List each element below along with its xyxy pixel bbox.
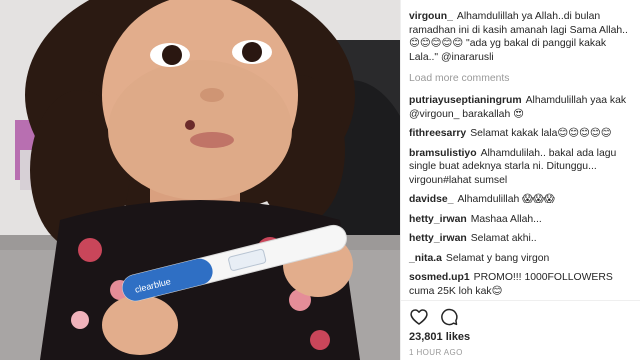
comment-item: hetty_irwan Selamat akhi.. (409, 232, 637, 246)
photo-scene: clearblue (0, 0, 400, 360)
comment-icon[interactable] (439, 307, 459, 327)
comment-username[interactable]: hetty_irwan (409, 214, 467, 225)
comment-item: putriayuseptianingrum Alhamdulillah yaa k… (409, 94, 637, 121)
comment-list: putriayuseptianingrum Alhamdulillah yaa k… (409, 94, 637, 304)
comment-username[interactable]: davidse_ (409, 194, 453, 205)
comments-panel: virgoun_ Alhamdulillah ya Allah..di bulan… (400, 0, 640, 360)
caption-author[interactable]: virgoun_ (409, 11, 453, 22)
comment-item: bramsulistiyo Alhamdulilah.. bakal ada la… (409, 147, 637, 188)
comment-item: hetty_irwan Mashaa Allah... (409, 213, 637, 227)
comment-username[interactable]: fithreesarry (409, 128, 466, 139)
comment-text: Selamat y bang virgon (445, 252, 550, 264)
comment-username[interactable]: sosmed.up1 (409, 272, 470, 283)
heart-icon[interactable] (409, 307, 429, 327)
post-action-bar (401, 300, 640, 330)
post-timestamp[interactable]: 1 HOUR AGO (409, 348, 463, 357)
likes-count[interactable]: 23,801 likes (409, 331, 470, 343)
post-caption: virgoun_ Alhamdulillah ya Allah..di bulan… (409, 10, 637, 64)
comment-item: davidse_ Alhamdulillah 😱😱😱 (409, 193, 637, 207)
comment-text: Selamat kakak lala😊😊😊😊😊 (470, 128, 612, 139)
comment-item: sosmed.up1 PROMO!!! 1000FOLLOWERS cuma 25… (409, 271, 637, 298)
comment-item: fithreesarry Selamat kakak lala😊😊😊😊😊 (409, 127, 637, 141)
comment-text: Selamat akhi.. (470, 233, 537, 244)
comment-username[interactable]: bramsulistiyo (409, 148, 477, 159)
load-more-comments[interactable]: Load more comments (409, 73, 510, 84)
comment-text: Alhamdulillah 😱😱😱 (457, 194, 555, 205)
comment-username[interactable]: hetty_irwan (409, 233, 467, 244)
post-photo[interactable]: clearblue (0, 0, 400, 360)
comment-text: Mashaa Allah... (470, 213, 542, 225)
comment-item: _nita.a Selamat y bang virgon (409, 252, 637, 266)
comment-username[interactable]: putriayuseptianingrum (409, 95, 522, 106)
comment-username[interactable]: _nita.a (409, 253, 442, 264)
